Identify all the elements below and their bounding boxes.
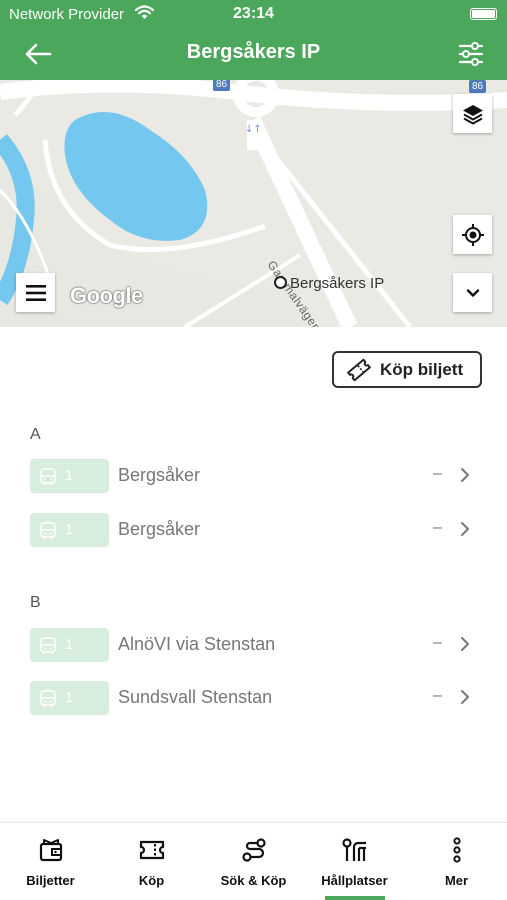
tab-label: Hållplatser	[321, 873, 388, 888]
departure-time: –	[433, 465, 442, 482]
map-layers-button[interactable]	[453, 94, 492, 133]
platform-header-b: B	[30, 594, 41, 611]
road-shield-86: 86	[469, 80, 487, 93]
destination-label: Bergsåker	[118, 465, 201, 485]
destination-label: Sundsvall Stenstan	[118, 687, 273, 707]
status-bar: Network Provider 23:14	[0, 0, 507, 28]
layers-icon	[462, 104, 483, 124]
departure-row[interactable]: 1 Sundsvall Stenstan –	[0, 673, 507, 723]
departure-row[interactable]: 1 Bergsåker –	[0, 505, 507, 555]
stop-sign-icon	[341, 838, 366, 861]
crosshair-icon	[461, 223, 484, 246]
tab-bar: Biljetter Köp Sök & Köp Hållplatser Mer	[0, 822, 507, 900]
nav-bar: Bergsåkers IP	[0, 28, 507, 80]
line-number: 1	[65, 467, 74, 484]
road-shield-86: 86	[213, 80, 231, 91]
ticket-icon	[139, 840, 164, 860]
stop-marker-label: Bergsåkers IP	[290, 275, 385, 292]
sliders-icon	[458, 42, 484, 66]
svg-text:↓↑: ↓↑	[245, 124, 262, 135]
filter-button[interactable]	[457, 40, 485, 68]
tab-hallplatser[interactable]: Hållplatser	[304, 823, 405, 900]
tab-label: Biljetter	[26, 873, 75, 888]
chevron-right-icon	[461, 690, 469, 704]
chevron-down-icon	[466, 288, 479, 297]
bus-icon	[40, 637, 56, 654]
departure-row[interactable]: 1 Bergsåker –	[0, 451, 507, 501]
destination-label: Bergsåker	[118, 519, 201, 539]
departure-time: –	[433, 687, 442, 704]
departure-time: –	[433, 634, 442, 651]
page-title: Bergsåkers IP	[186, 41, 321, 63]
tab-label: Mer	[444, 873, 469, 888]
map-menu-button[interactable]	[16, 273, 55, 312]
ticket-icon	[347, 358, 371, 381]
departure-time: –	[433, 519, 442, 536]
locate-me-button[interactable]	[453, 215, 492, 254]
tab-label: Köp	[138, 873, 165, 888]
departure-row[interactable]: 1 AlnöVI via Stenstan –	[0, 620, 507, 670]
line-badge: 1	[30, 513, 109, 547]
active-tab-indicator	[325, 896, 385, 900]
chevron-right-icon	[461, 637, 469, 651]
map-view[interactable]: ↓↑ 86 86 Gammalvägen Bergsåkers IP Googl…	[0, 80, 507, 327]
tab-label: Sök & Köp	[220, 873, 287, 888]
line-badge: 1	[30, 628, 109, 662]
bus-icon	[40, 522, 56, 539]
buy-ticket-button[interactable]: Köp biljett	[332, 351, 482, 388]
expand-map-button[interactable]	[453, 273, 492, 312]
bus-icon	[40, 690, 56, 707]
line-badge: 1	[30, 459, 109, 493]
clock: 23:14	[233, 5, 274, 22]
line-number: 1	[65, 521, 74, 538]
hamburger-icon	[25, 284, 46, 301]
buy-ticket-label: Köp biljett	[380, 359, 464, 379]
wallet-icon	[39, 839, 62, 862]
battery-icon	[470, 8, 497, 20]
tab-biljetter[interactable]: Biljetter	[0, 823, 101, 900]
stop-marker[interactable]	[274, 276, 287, 289]
line-number: 1	[65, 636, 74, 653]
chevron-right-icon	[461, 468, 469, 482]
platform-header-a: A	[30, 426, 41, 443]
bus-icon	[40, 468, 56, 485]
line-badge: 1	[30, 681, 109, 715]
tab-sok-kop[interactable]: Sök & Köp	[203, 823, 304, 900]
chevron-right-icon	[461, 522, 469, 536]
google-logo: Google	[70, 283, 143, 308]
route-icon	[241, 838, 266, 862]
destination-label: AlnöVI via Stenstan	[118, 634, 276, 654]
line-number: 1	[65, 689, 74, 706]
more-vertical-icon	[452, 837, 461, 863]
tab-kop[interactable]: Köp	[101, 823, 202, 900]
tab-mer[interactable]: Mer	[406, 823, 507, 900]
